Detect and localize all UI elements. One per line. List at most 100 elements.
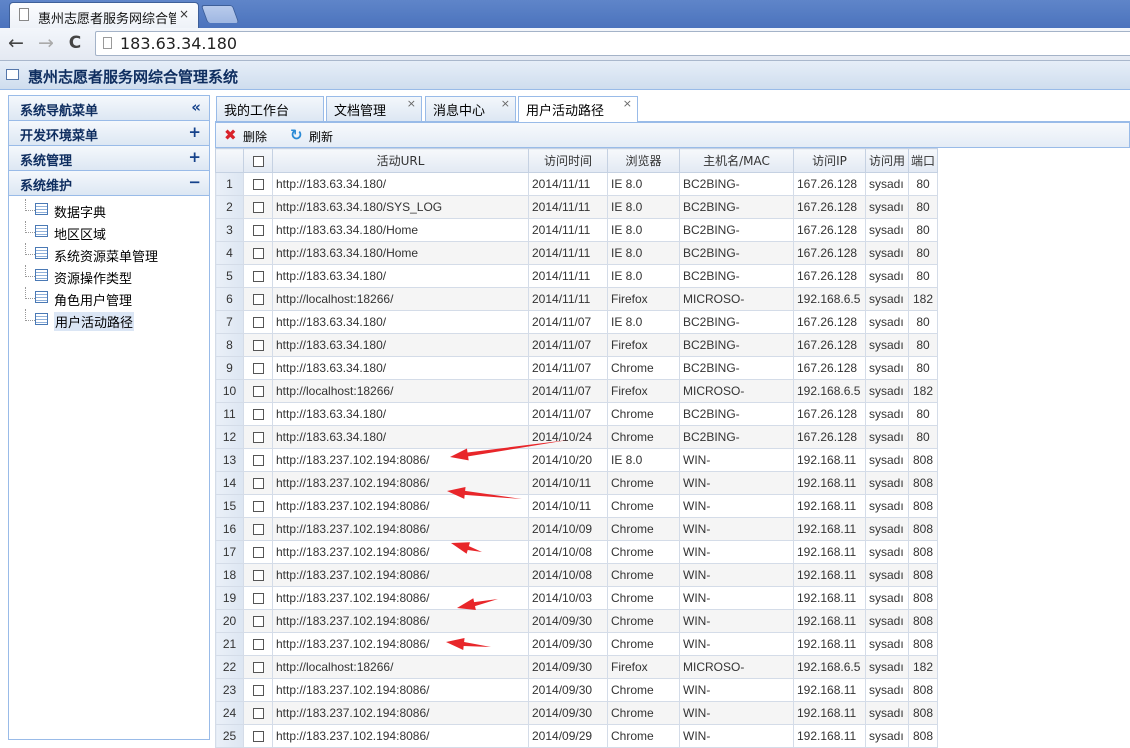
table-row[interactable]: 8 http://183.63.34.180/2014/11/07 Firefox B…: [215, 333, 938, 357]
row-checkbox[interactable]: [243, 471, 273, 495]
checkbox: [252, 294, 264, 306]
table-row[interactable]: 17 http://183.237.102.194:8086/2014/10/08…: [215, 540, 938, 564]
table-row[interactable]: 12 http://183.63.34.180/2014/10/24 Chrome B…: [215, 425, 938, 449]
table-row[interactable]: 6 http://localhost:18266/2014/11/11 Firefo…: [215, 287, 938, 311]
cell-host: BC2BING-: [679, 356, 794, 380]
checkbox: [252, 248, 264, 260]
tab-activity-path[interactable]: 用户活动路径 ×: [518, 96, 638, 122]
row-checkbox[interactable]: [243, 310, 273, 334]
sidebar-section-nav[interactable]: 系统导航菜单 «: [9, 96, 209, 121]
collapse-icon[interactable]: «: [191, 98, 201, 116]
column-header[interactable]: 活动URL: [272, 148, 529, 173]
table-row[interactable]: 9 http://183.63.34.180/2014/11/07 Chrome BC…: [215, 356, 938, 380]
column-header[interactable]: 主机名/MAC: [679, 148, 794, 173]
sidebar-item-operation-types[interactable]: 资源操作类型: [9, 265, 209, 287]
row-checkbox[interactable]: [243, 356, 273, 380]
sidebar-item-dictionary[interactable]: 数据字典: [9, 199, 209, 221]
row-checkbox[interactable]: [243, 287, 273, 311]
table-row[interactable]: 24 http://183.237.102.194:8086/2014/09/30…: [215, 701, 938, 725]
row-checkbox[interactable]: [243, 609, 273, 633]
table-row[interactable]: 13 http://183.237.102.194:8086/2014/10/20…: [215, 448, 938, 472]
row-checkbox[interactable]: [243, 701, 273, 725]
row-checkbox[interactable]: [243, 655, 273, 679]
row-checkbox[interactable]: [243, 563, 273, 587]
row-checkbox[interactable]: [243, 678, 273, 702]
tab-documents[interactable]: 文档管理 ×: [326, 96, 422, 121]
sidebar-item-resource-menu[interactable]: 系统资源菜单管理: [9, 243, 209, 265]
table-row[interactable]: 18 http://183.237.102.194:8086/2014/10/08…: [215, 563, 938, 587]
row-checkbox[interactable]: [243, 379, 273, 403]
column-header[interactable]: 端口: [908, 148, 938, 173]
column-header[interactable]: 访问IP: [793, 148, 866, 173]
table-row[interactable]: 4 http://183.63.34.180/Home 2014/11/11 IE 8…: [215, 241, 938, 265]
page-icon: [19, 8, 29, 21]
table-row[interactable]: 14 http://183.237.102.194:8086/2014/10/11…: [215, 471, 938, 495]
browser-tab-strip: 惠州志愿者服务网综合管理 ×: [0, 0, 1130, 28]
row-checkbox[interactable]: [243, 333, 273, 357]
row-checkbox[interactable]: [243, 724, 273, 748]
row-checkbox[interactable]: [243, 195, 273, 219]
table-row[interactable]: 1 http://183.63.34.180/2014/11/11 IE 8.0 BC…: [215, 172, 938, 196]
row-checkbox[interactable]: [243, 218, 273, 242]
row-checkbox[interactable]: [243, 241, 273, 265]
row-checkbox[interactable]: [243, 172, 273, 196]
table-row[interactable]: 3 http://183.63.34.180/Home 2014/11/11 IE 8…: [215, 218, 938, 242]
sidebar-item-regions[interactable]: 地区区域: [9, 221, 209, 243]
table-row[interactable]: 19 http://183.237.102.194:8086/2014/10/03…: [215, 586, 938, 610]
forward-icon[interactable]: →: [35, 32, 57, 54]
reload-icon[interactable]: C: [64, 33, 86, 53]
table-row[interactable]: 22 http://localhost:18266/2014/09/30 Firef…: [215, 655, 938, 679]
row-checkbox[interactable]: [243, 264, 273, 288]
close-icon[interactable]: ×: [407, 97, 416, 110]
column-header[interactable]: 浏览器: [607, 148, 680, 173]
row-checkbox[interactable]: [243, 448, 273, 472]
expand-icon[interactable]: +: [188, 123, 201, 141]
row-checkbox[interactable]: [243, 425, 273, 449]
row-checkbox[interactable]: [243, 586, 273, 610]
table-row[interactable]: 21 http://183.237.102.194:8086/2014/09/30…: [215, 632, 938, 656]
table-row[interactable]: 20 http://183.237.102.194:8086/2014/09/30…: [215, 609, 938, 633]
sidebar-item-label: 地区区域: [54, 228, 107, 243]
sidebar-section-maintenance[interactable]: 系统维护 −: [9, 171, 209, 196]
row-checkbox[interactable]: [243, 517, 273, 541]
address-bar[interactable]: 183.63.34.180: [95, 31, 1130, 56]
checkbox: [252, 363, 264, 375]
table-row[interactable]: 15 http://183.237.102.194:8086/2014/10/11…: [215, 494, 938, 518]
table-row[interactable]: 23 http://183.237.102.194:8086/2014/09/30…: [215, 678, 938, 702]
sidebar-item-activity-path[interactable]: 用户活动路径: [9, 309, 209, 331]
table-row[interactable]: 5 http://183.63.34.180/2014/11/11 IE 8.0 BC…: [215, 264, 938, 288]
row-checkbox[interactable]: [243, 632, 273, 656]
table-row[interactable]: 7 http://183.63.34.180/2014/11/07 IE 8.0 BC…: [215, 310, 938, 334]
app-header: 惠州志愿者服务网综合管理系统: [0, 61, 1130, 90]
delete-button[interactable]: ✖ 删除: [224, 126, 274, 144]
close-tab-icon[interactable]: ×: [179, 7, 189, 21]
column-header[interactable]: 访问用: [865, 148, 909, 173]
row-checkbox[interactable]: [243, 494, 273, 518]
cell-url: http://183.63.34.180/: [272, 356, 529, 380]
collapse-icon[interactable]: −: [188, 173, 201, 191]
refresh-button[interactable]: ↻ 刷新: [290, 126, 340, 144]
row-number: 23: [215, 678, 244, 702]
table-row[interactable]: 25 http://183.237.102.194:8086/2014/09/29…: [215, 724, 938, 748]
back-icon[interactable]: ←: [5, 32, 27, 54]
column-header[interactable]: 访问时间: [528, 148, 608, 173]
sidebar-section-system[interactable]: 系统管理 +: [9, 146, 209, 171]
row-number: 11: [215, 402, 244, 426]
expand-icon[interactable]: +: [188, 148, 201, 166]
table-row[interactable]: 2 http://183.63.34.180/SYS_LOG 2014/11/11 I…: [215, 195, 938, 219]
table-row[interactable]: 16 http://183.237.102.194:8086/2014/10/09…: [215, 517, 938, 541]
close-icon[interactable]: ×: [623, 97, 632, 110]
row-checkbox[interactable]: [243, 540, 273, 564]
sidebar-item-role-users[interactable]: 角色用户管理: [9, 287, 209, 309]
row-checkbox[interactable]: [243, 402, 273, 426]
tab-messages[interactable]: 消息中心 ×: [425, 96, 516, 121]
close-icon[interactable]: ×: [501, 97, 510, 110]
browser-tab[interactable]: 惠州志愿者服务网综合管理 ×: [9, 2, 199, 28]
new-tab-button[interactable]: [200, 5, 240, 23]
table-row[interactable]: 10 http://localhost:18266/2014/11/07 Firef…: [215, 379, 938, 403]
tab-workbench[interactable]: 我的工作台: [216, 96, 324, 121]
cell-ip: 192.168.11: [793, 494, 866, 518]
select-all-checkbox[interactable]: [243, 148, 273, 173]
table-row[interactable]: 11 http://183.63.34.180/2014/11/07 Chrome B…: [215, 402, 938, 426]
sidebar-section-dev[interactable]: 开发环境菜单 +: [9, 121, 209, 146]
